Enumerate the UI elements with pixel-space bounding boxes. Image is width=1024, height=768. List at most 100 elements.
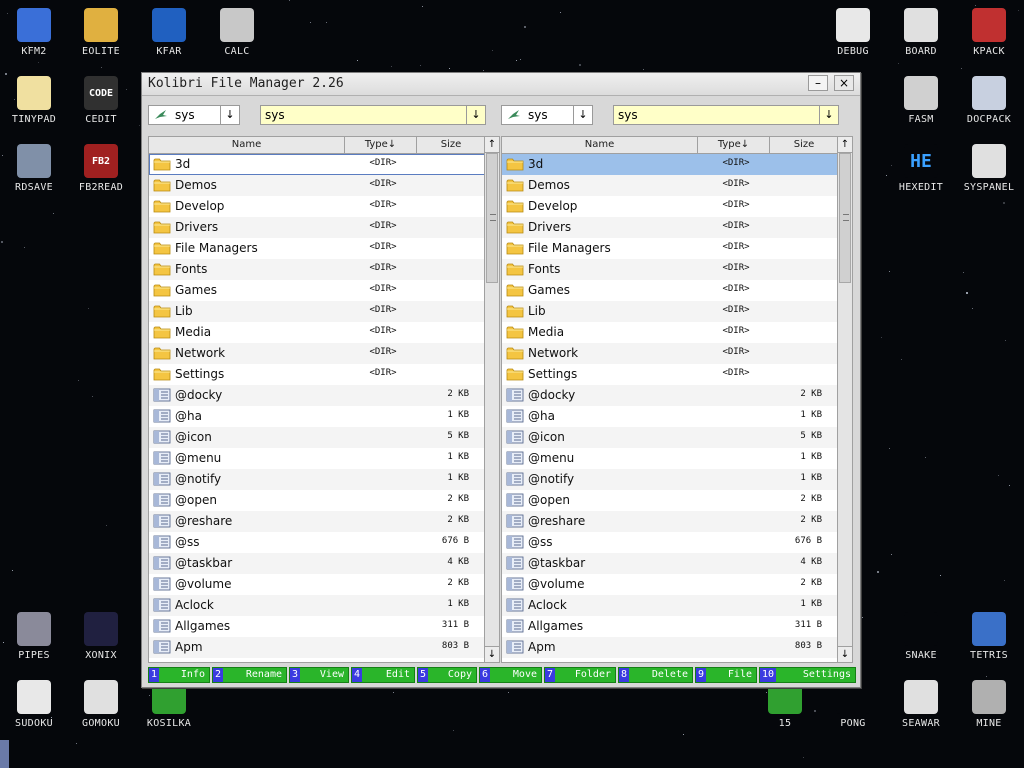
folder-row[interactable]: Lib <DIR> [149, 301, 485, 322]
file-row[interactable]: @notify 1 KB [149, 469, 485, 490]
desktop-icon-rdsave[interactable]: RDSAVE [2, 144, 66, 193]
fkey-edit-button[interactable]: 4 Edit [351, 667, 415, 683]
scroll-up-icon[interactable]: ↑ [485, 137, 499, 153]
left-path-field[interactable]: sys ↓ [260, 105, 486, 125]
desktop-icon-xonix[interactable]: XONIX [69, 612, 133, 661]
fkey-view-button[interactable]: 3 View [289, 667, 349, 683]
column-name-header[interactable]: Name [502, 137, 698, 153]
left-scrollbar[interactable]: ↑ ↓ [484, 137, 499, 662]
close-button[interactable]: × [834, 75, 854, 91]
scroll-down-icon[interactable]: ↓ [485, 646, 499, 662]
desktop-icon-cedit[interactable]: CODE CEDIT [69, 76, 133, 125]
desktop-icon-gomoku[interactable]: GOMOKU [69, 680, 133, 729]
file-row[interactable]: @menu 1 KB [149, 448, 485, 469]
folder-row[interactable]: 3d <DIR> [149, 154, 485, 175]
folder-row[interactable]: Media <DIR> [149, 322, 485, 343]
file-row[interactable]: @open 2 KB [149, 490, 485, 511]
title-bar[interactable]: Kolibri File Manager 2.26 – × [142, 73, 860, 96]
desktop-icon-eolite[interactable]: EOLITE [69, 8, 133, 57]
folder-row[interactable]: Fonts <DIR> [149, 259, 485, 280]
file-row[interactable]: @volume 2 KB [502, 574, 838, 595]
column-type-header[interactable]: Type↓ [698, 137, 770, 153]
file-row[interactable]: Allgames 311 B [149, 616, 485, 637]
file-row[interactable]: @open 2 KB [502, 490, 838, 511]
scroll-thumb[interactable] [839, 153, 851, 283]
file-row[interactable]: @docky 2 KB [149, 385, 485, 406]
folder-row[interactable]: Fonts <DIR> [502, 259, 838, 280]
desktop-icon-kfar[interactable]: KFAR [137, 8, 201, 57]
desktop-icon-snake[interactable]: SNAKE [889, 612, 953, 661]
desktop-icon-calc[interactable]: CALC [205, 8, 269, 57]
scroll-thumb[interactable] [486, 153, 498, 283]
folder-row[interactable]: Develop <DIR> [502, 196, 838, 217]
file-row[interactable]: @menu 1 KB [502, 448, 838, 469]
fkey-rename-button[interactable]: 2 Rename [212, 667, 287, 683]
folder-row[interactable]: Drivers <DIR> [149, 217, 485, 238]
left-drive-select[interactable]: sys ↓ [148, 105, 240, 125]
file-row[interactable]: Apm 803 B [502, 637, 838, 658]
folder-row[interactable]: File Managers <DIR> [502, 238, 838, 259]
left-file-list[interactable]: Name Type↓ Size 3d <DIR> Demos <DIR> Develop… [148, 136, 500, 663]
chevron-down-icon[interactable]: ↓ [573, 106, 592, 124]
folder-row[interactable]: Demos <DIR> [502, 175, 838, 196]
desktop-icon-board[interactable]: BOARD [889, 8, 953, 57]
column-type-header[interactable]: Type↓ [345, 137, 417, 153]
right-scrollbar[interactable]: ↑ ↓ [837, 137, 852, 662]
right-path-field[interactable]: sys ↓ [613, 105, 839, 125]
desktop-icon-fasm[interactable]: FASM [889, 76, 953, 125]
folder-row[interactable]: Settings <DIR> [502, 364, 838, 385]
desktop-icon-mine[interactable]: MINE [957, 680, 1021, 729]
file-row[interactable]: Aclock 1 KB [149, 595, 485, 616]
fkey-copy-button[interactable]: 5 Copy [417, 667, 477, 683]
fkey-delete-button[interactable]: 8 Delete [618, 667, 693, 683]
file-row[interactable]: @taskbar 4 KB [502, 553, 838, 574]
fkey-folder-button[interactable]: 7 Folder [544, 667, 616, 683]
fkey-info-button[interactable]: 1 Info [148, 667, 210, 683]
folder-row[interactable]: Demos <DIR> [149, 175, 485, 196]
folder-row[interactable]: Drivers <DIR> [502, 217, 838, 238]
file-row[interactable]: @reshare 2 KB [502, 511, 838, 532]
chevron-down-icon[interactable]: ↓ [220, 106, 239, 124]
desktop-icon-hexedit[interactable]: HE HEXEDIT [889, 144, 953, 193]
right-drive-select[interactable]: sys ↓ [501, 105, 593, 125]
folder-row[interactable]: Games <DIR> [149, 280, 485, 301]
desktop-icon-kpack[interactable]: KPACK [957, 8, 1021, 57]
file-row[interactable]: @ha 1 KB [502, 406, 838, 427]
folder-row[interactable]: Develop <DIR> [149, 196, 485, 217]
file-row[interactable]: @ss 676 B [149, 532, 485, 553]
folder-row[interactable]: Games <DIR> [502, 280, 838, 301]
folder-row[interactable]: Lib <DIR> [502, 301, 838, 322]
taskbar-button[interactable] [0, 740, 9, 768]
column-size-header[interactable]: Size [417, 137, 485, 153]
file-row[interactable]: @volume 2 KB [149, 574, 485, 595]
desktop-icon-fb2read[interactable]: FB2 FB2READ [69, 144, 133, 193]
file-row[interactable]: @ss 676 B [502, 532, 838, 553]
folder-row[interactable]: Network <DIR> [149, 343, 485, 364]
desktop-icon-syspanel[interactable]: SYSPANEL [957, 144, 1021, 193]
folder-row[interactable]: File Managers <DIR> [149, 238, 485, 259]
file-row[interactable]: @icon 5 KB [149, 427, 485, 448]
desktop-icon-debug[interactable]: DEBUG [821, 8, 885, 57]
desktop-icon-docpack[interactable]: DOCPACK [957, 76, 1021, 125]
folder-row[interactable]: Media <DIR> [502, 322, 838, 343]
file-row[interactable]: Aclock 1 KB [502, 595, 838, 616]
file-row[interactable]: @reshare 2 KB [149, 511, 485, 532]
desktop-icon-kfm2[interactable]: KFM2 [2, 8, 66, 57]
file-row[interactable]: @ha 1 KB [149, 406, 485, 427]
scroll-up-icon[interactable]: ↑ [838, 137, 852, 153]
fkey-settings-button[interactable]: 10 Settings [759, 667, 856, 683]
desktop-icon-tinypad[interactable]: TINYPAD [2, 76, 66, 125]
minimize-button[interactable]: – [808, 75, 828, 91]
desktop-icon-tetris[interactable]: TETRIS [957, 612, 1021, 661]
chevron-down-icon[interactable]: ↓ [466, 106, 485, 124]
file-row[interactable]: @icon 5 KB [502, 427, 838, 448]
fkey-move-button[interactable]: 6 Move [479, 667, 542, 683]
file-row[interactable]: @docky 2 KB [502, 385, 838, 406]
file-row[interactable]: Apm 803 B [149, 637, 485, 658]
column-name-header[interactable]: Name [149, 137, 345, 153]
folder-row[interactable]: Network <DIR> [502, 343, 838, 364]
folder-row[interactable]: 3d <DIR> [502, 154, 838, 175]
file-row[interactable]: Allgames 311 B [502, 616, 838, 637]
desktop-icon-pipes[interactable]: PIPES [2, 612, 66, 661]
file-row[interactable]: @taskbar 4 KB [149, 553, 485, 574]
